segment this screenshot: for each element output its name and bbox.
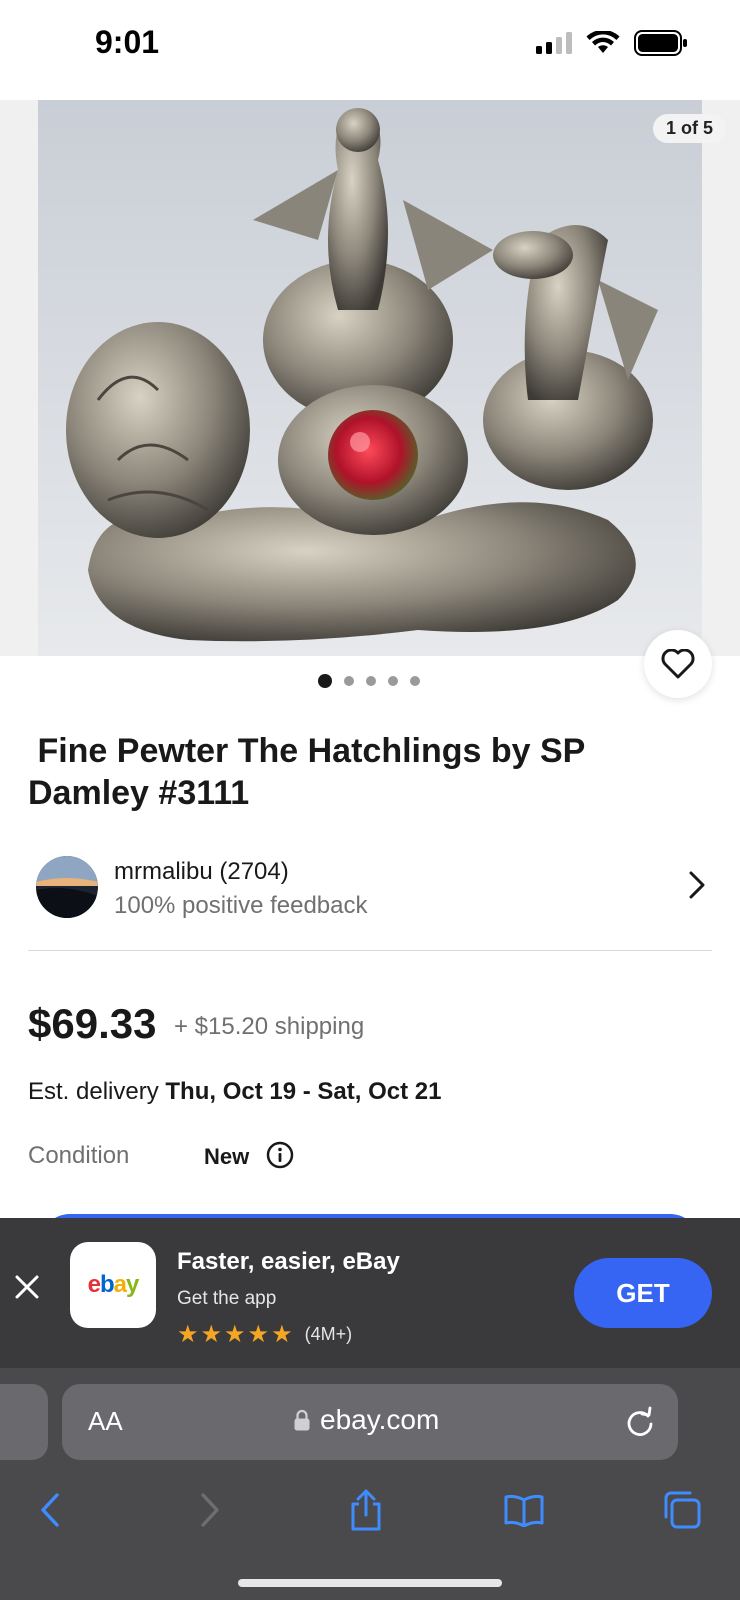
reader-options-button[interactable]: AA bbox=[88, 1406, 123, 1437]
banner-title: Faster, easier, eBay bbox=[177, 1248, 400, 1275]
url-display[interactable]: ebay.com bbox=[294, 1404, 439, 1436]
star-icon: ★ bbox=[200, 1321, 223, 1348]
seller-feedback: 100% positive feedback bbox=[114, 892, 368, 919]
delivery-dates: Thu, Oct 19 - Sat, Oct 21 bbox=[165, 1078, 442, 1105]
app-install-banner: ebay Faster, easier, eBay Get the app ★ … bbox=[0, 1218, 740, 1368]
tabs-button[interactable] bbox=[658, 1486, 706, 1534]
condition-value: New bbox=[204, 1144, 250, 1169]
price: $69.33 bbox=[28, 1000, 157, 1047]
lock-icon bbox=[294, 1409, 310, 1431]
address-bar[interactable]: AA ebay.com bbox=[62, 1384, 678, 1460]
signal-icon bbox=[536, 32, 572, 54]
heart-icon bbox=[661, 649, 695, 679]
wifi-icon bbox=[586, 31, 620, 53]
share-icon bbox=[351, 1489, 381, 1531]
shipping-cost: + $15.20 shipping bbox=[174, 1013, 365, 1040]
bookmarks-icon bbox=[504, 1494, 544, 1527]
condition-label: Condition bbox=[28, 1142, 130, 1169]
page-dot[interactable] bbox=[344, 676, 354, 686]
share-button[interactable] bbox=[342, 1486, 390, 1534]
image-gallery[interactable]: 1 of 5 bbox=[0, 100, 740, 656]
divider bbox=[28, 950, 712, 951]
status-time: 9:01 bbox=[95, 24, 160, 60]
star-icon: ★ bbox=[271, 1321, 293, 1348]
listing-title: Fine Pewter The Hatchlings by SP Damley … bbox=[28, 732, 595, 812]
seller-card[interactable]: mrmalibu (2704) 100% positive feedback bbox=[28, 852, 712, 932]
bookmarks-button[interactable] bbox=[500, 1486, 548, 1534]
browser-toolbar bbox=[0, 1486, 740, 1546]
page-dot[interactable] bbox=[410, 676, 420, 686]
seller-avatar bbox=[36, 856, 98, 918]
forward-button[interactable] bbox=[186, 1486, 234, 1534]
back-icon bbox=[41, 1493, 59, 1527]
previous-tab[interactable] bbox=[0, 1384, 48, 1460]
url-text: ebay.com bbox=[320, 1404, 440, 1435]
browser-chrome: AA ebay.com bbox=[0, 1368, 740, 1600]
ebay-logo: ebay bbox=[87, 1271, 140, 1298]
image-counter: 1 of 5 bbox=[652, 114, 726, 143]
banner-subtitle: Get the app bbox=[177, 1288, 277, 1309]
home-indicator[interactable] bbox=[238, 1579, 502, 1587]
estimated-delivery: Est. delivery Thu, Oct 19 - Sat, Oct 21 bbox=[28, 1078, 441, 1106]
delivery-prefix: Est. delivery bbox=[28, 1078, 159, 1105]
star-icon: ★ bbox=[224, 1321, 246, 1348]
gallery-pagination bbox=[318, 674, 420, 688]
pewter-dragons-illustration bbox=[38, 100, 702, 656]
status-bar: 9:01 bbox=[0, 0, 740, 100]
close-banner-button[interactable] bbox=[10, 1270, 44, 1304]
rating-count: (4M+) bbox=[304, 1324, 353, 1344]
back-button[interactable] bbox=[26, 1486, 74, 1534]
star-icon: ★ bbox=[177, 1321, 199, 1348]
status-icons bbox=[536, 30, 688, 56]
page-dot[interactable] bbox=[366, 676, 376, 686]
forward-icon bbox=[201, 1493, 219, 1527]
page-dot[interactable] bbox=[388, 676, 398, 686]
page-dot-active[interactable] bbox=[318, 674, 332, 688]
product-image[interactable] bbox=[38, 100, 702, 656]
get-app-button[interactable]: GET bbox=[574, 1258, 712, 1328]
battery-icon bbox=[634, 30, 687, 56]
close-icon bbox=[15, 1275, 39, 1299]
star-icon: ★ bbox=[247, 1321, 270, 1348]
seller-name[interactable]: mrmalibu (2704) bbox=[114, 858, 289, 886]
chevron-right-icon[interactable] bbox=[688, 870, 706, 900]
tabs-icon bbox=[664, 1491, 701, 1529]
info-icon[interactable] bbox=[266, 1141, 294, 1169]
reload-icon[interactable] bbox=[624, 1404, 656, 1438]
ebay-app-icon: ebay bbox=[70, 1242, 156, 1328]
app-rating: ★ ★ ★ ★ ★ (4M+) bbox=[177, 1320, 352, 1349]
watchlist-button[interactable] bbox=[644, 630, 712, 698]
